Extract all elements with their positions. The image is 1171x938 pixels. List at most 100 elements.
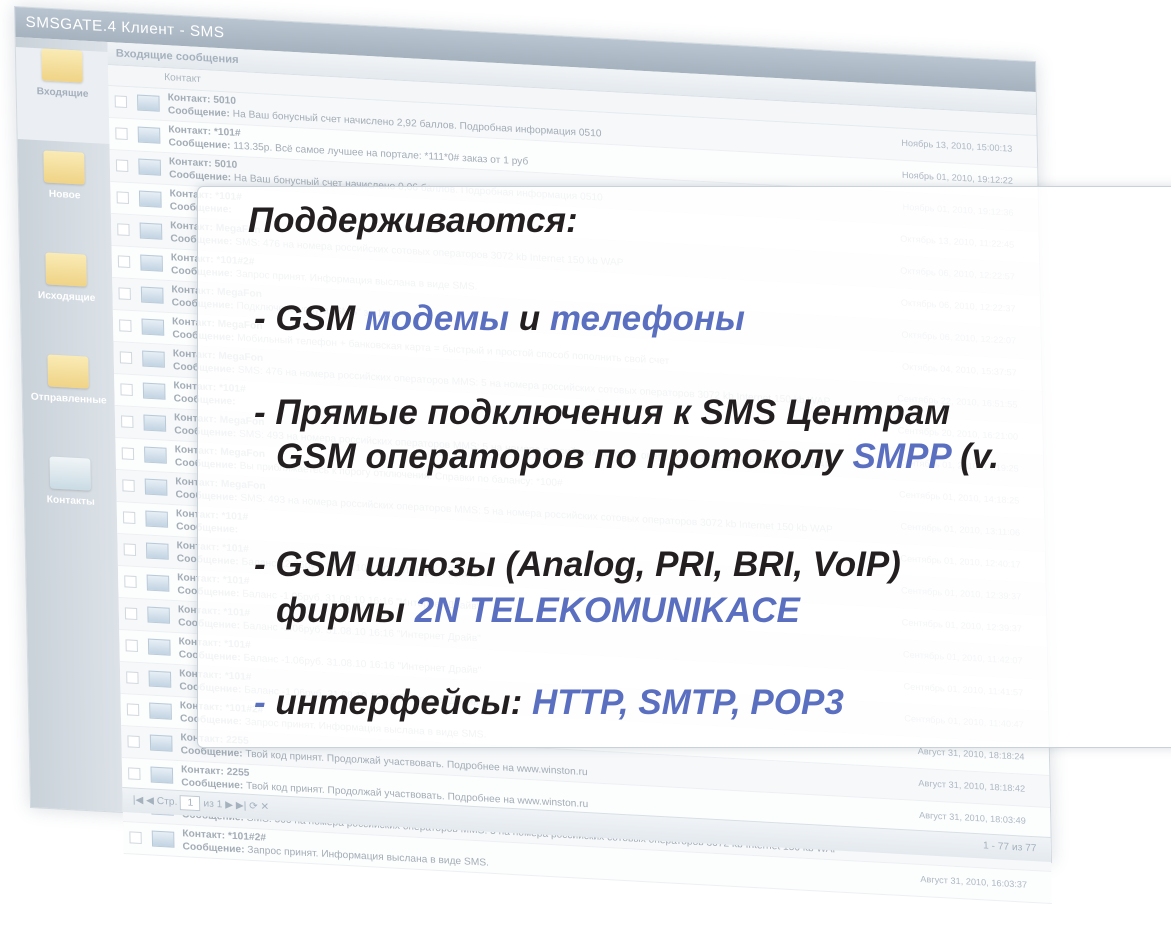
pager-total: 1 - 77 из 77	[982, 840, 1037, 855]
line3-b: SMPP	[852, 437, 951, 476]
envelope-icon	[151, 830, 175, 848]
overlay-line-smpp: GSM операторов по протоколу SMPP (v.	[276, 437, 999, 477]
line1-b: модемы	[364, 299, 509, 338]
message-label: Сообщение:	[181, 777, 244, 792]
message-contact: Контакт: 2255	[180, 764, 250, 779]
line6-c: HTTP, SMTP, POP3	[531, 683, 844, 722]
message-label: Сообщение:	[169, 169, 232, 184]
row-checkbox[interactable]	[127, 735, 140, 748]
envelope-icon	[144, 478, 168, 496]
new-message-icon	[43, 150, 85, 185]
sent-icon	[47, 354, 89, 389]
row-checkbox[interactable]	[122, 511, 136, 524]
line5-b: 2N TELEKOMUNIKACE	[414, 591, 800, 630]
outbox-icon	[45, 252, 87, 287]
row-checkbox[interactable]	[115, 127, 128, 140]
envelope-icon	[147, 638, 171, 656]
envelope-icon	[140, 254, 163, 272]
row-checkbox[interactable]	[118, 287, 131, 300]
message-label: Сообщение:	[168, 137, 231, 152]
sidebar-item-label: Входящие	[36, 86, 89, 100]
envelope-icon	[148, 670, 172, 688]
envelope-icon	[143, 414, 167, 432]
row-checkbox[interactable]	[126, 703, 140, 716]
sidebar-item-3[interactable]: Отправленные	[22, 353, 116, 450]
row-checkbox[interactable]	[125, 639, 138, 652]
row-checkbox[interactable]	[119, 351, 133, 364]
row-checkbox[interactable]	[121, 447, 135, 460]
pager-nav-icons-right[interactable]: ▶ ▶| ⟳ ✕	[225, 800, 269, 813]
row-checkbox[interactable]	[128, 767, 141, 780]
envelope-icon	[145, 510, 169, 528]
envelope-icon	[137, 94, 160, 112]
sidebar-item-1[interactable]: Новое	[18, 149, 112, 246]
row-checkbox[interactable]	[121, 415, 134, 428]
row-checkbox[interactable]	[129, 831, 142, 844]
envelope-icon	[141, 318, 165, 336]
line1-a: - GSM	[254, 299, 365, 338]
overlay-line-smsc: - Прямые подключения к SMS Центрам	[254, 393, 951, 432]
row-checkbox[interactable]	[124, 607, 138, 620]
overlay-line-vendor: фирмы 2N TELEKOMUNIKACE	[276, 591, 800, 631]
row-checkbox[interactable]	[122, 479, 135, 492]
line1-c: и	[508, 299, 550, 338]
envelope-icon	[149, 734, 173, 752]
overlay-line-gsm: - GSM модемы и телефоны	[254, 299, 745, 339]
message-date: Август 31, 2010, 16:03:37	[920, 873, 1028, 890]
row-checkbox[interactable]	[117, 255, 131, 268]
envelope-icon	[140, 286, 164, 304]
envelope-icon	[145, 542, 169, 560]
envelope-icon	[150, 766, 174, 784]
line5-a: фирмы	[276, 591, 415, 630]
message-text: Запрос принят. Информация выслана в виде…	[247, 844, 490, 869]
envelope-icon	[147, 606, 171, 624]
sidebar-item-2[interactable]: Исходящие	[20, 251, 114, 348]
message-body: Сообщение: Запрос принят. Информация выс…	[183, 841, 490, 869]
features-overlay: Поддерживаются: - GSM модемы и телефоны …	[197, 186, 1171, 748]
row-checkbox[interactable]	[116, 191, 130, 204]
envelope-icon	[138, 158, 162, 176]
sidebar-item-4[interactable]: Контакты	[24, 455, 118, 552]
page-label: Стр.	[156, 795, 178, 808]
sidebar-item-label: Контакты	[46, 494, 95, 508]
row-checkbox[interactable]	[123, 543, 137, 556]
sidebar: Входящие Новое Исходящие Отправленные Контак…	[15, 37, 123, 813]
row-checkbox[interactable]	[119, 319, 132, 332]
envelope-icon	[142, 382, 166, 400]
row-checkbox[interactable]	[115, 159, 129, 172]
pager-nav-icons[interactable]: |◀ ◀	[133, 795, 157, 807]
overlay-line-interfaces: - интерфейсы: HTTP, SMTP, POP3	[254, 683, 844, 723]
envelope-icon	[149, 702, 172, 720]
message-date: Август 31, 2010, 18:18:42	[918, 777, 1026, 794]
overlay-heading: Поддерживаются:	[248, 201, 578, 240]
sidebar-item-0[interactable]: Входящие	[15, 47, 110, 145]
inbox-icon	[41, 48, 83, 83]
line3-a: GSM операторов по протоколу	[276, 437, 853, 476]
row-checkbox[interactable]	[114, 95, 128, 108]
envelope-icon	[138, 190, 162, 208]
contacts-icon	[49, 456, 91, 491]
message-date: Ноябрь 13, 2010, 15:00:13	[901, 137, 1013, 154]
line3-c: (v.	[950, 437, 999, 476]
message-date: Август 31, 2010, 18:03:49	[918, 809, 1026, 826]
message-date: Ноябрь 01, 2010, 19:12:22	[901, 169, 1014, 186]
message-date: Август 31, 2010, 18:18:24	[917, 745, 1025, 762]
line6-b: интерфейсы:	[265, 683, 532, 722]
message-contact: Контакт: 5010	[168, 156, 238, 171]
envelope-icon	[146, 574, 170, 592]
column-contact[interactable]: Контакт	[164, 68, 201, 90]
row-checkbox[interactable]	[117, 223, 130, 236]
row-checkbox[interactable]	[126, 671, 139, 684]
message-contact: Контакт: 5010	[167, 92, 237, 107]
row-checkbox[interactable]	[124, 575, 137, 588]
line1-d: телефоны	[549, 299, 745, 338]
sidebar-item-label: Новое	[48, 188, 81, 202]
row-checkbox[interactable]	[120, 383, 133, 396]
message-label: Сообщение:	[182, 841, 245, 856]
page-input[interactable]: 1	[180, 794, 201, 812]
envelope-icon	[139, 222, 163, 240]
envelope-icon	[144, 446, 167, 464]
envelope-icon	[142, 350, 165, 368]
message-label: Сообщение:	[167, 105, 230, 120]
sidebar-item-label: Исходящие	[37, 289, 96, 305]
